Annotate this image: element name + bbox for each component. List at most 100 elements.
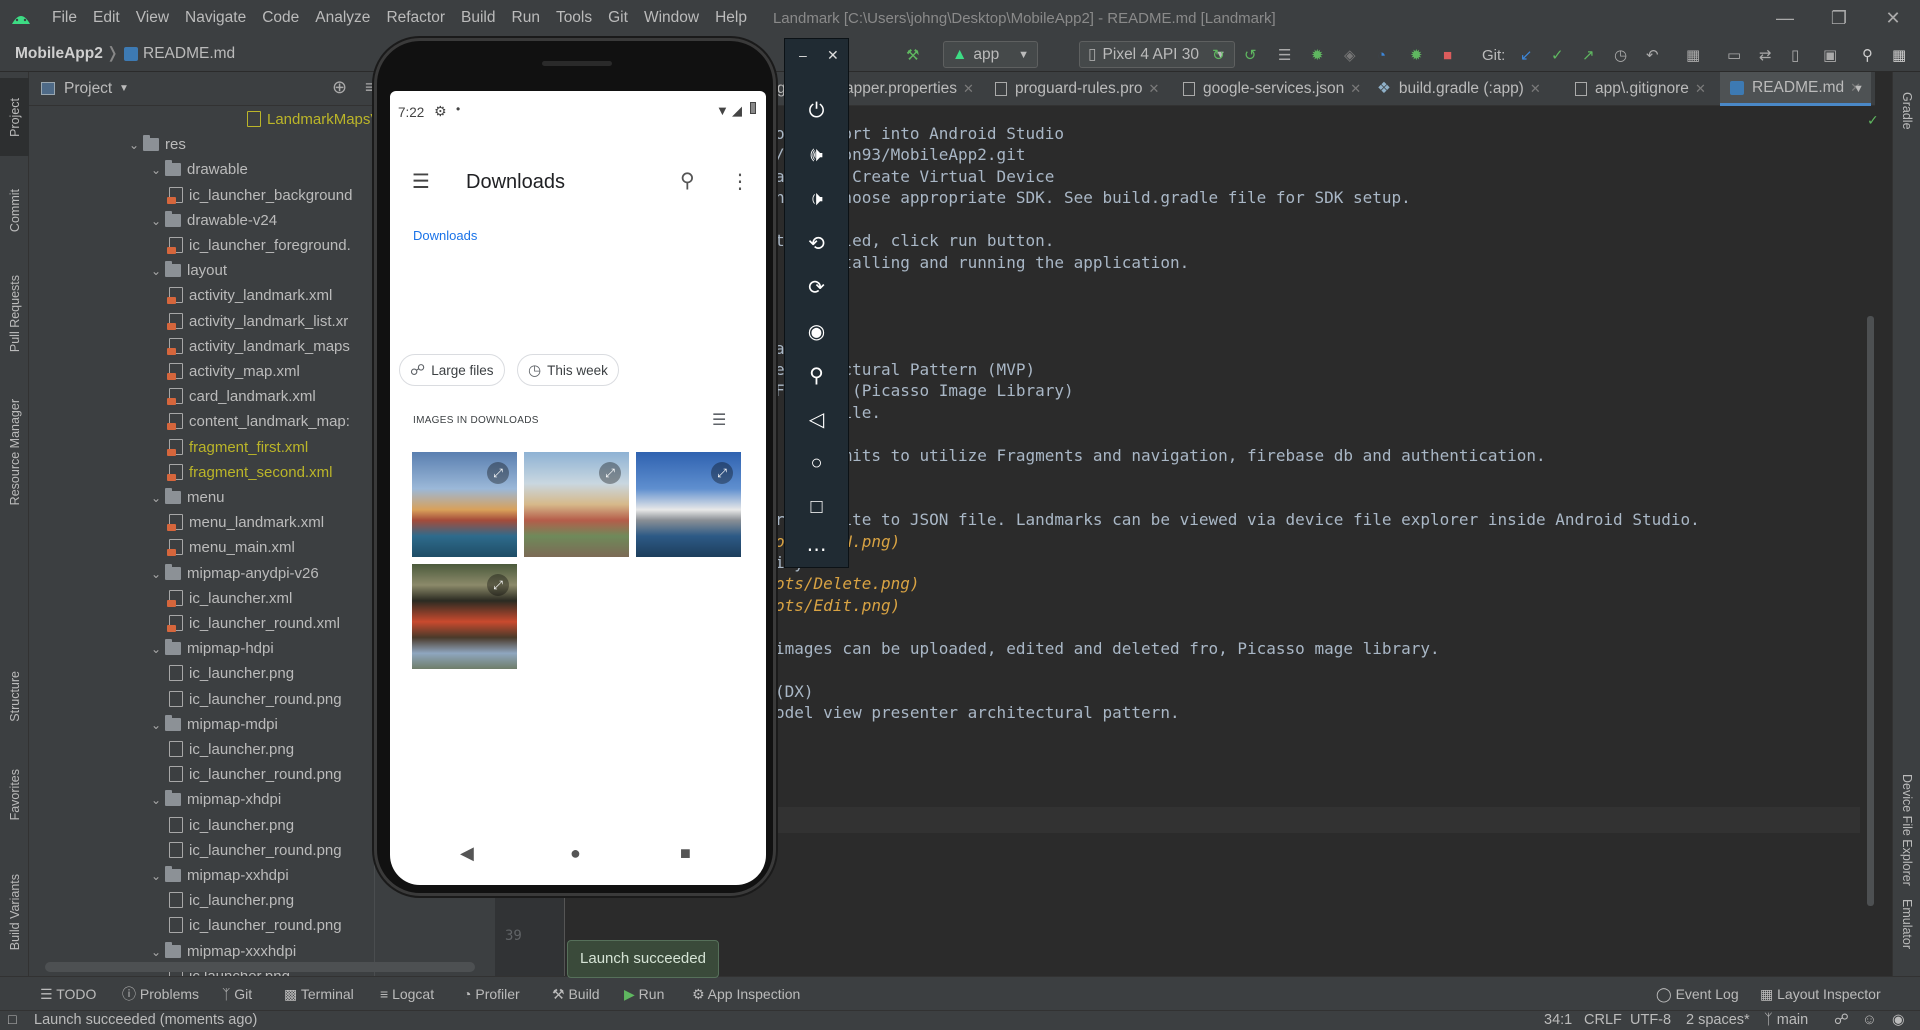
menu-code[interactable]: Code xyxy=(254,0,307,36)
caret-position[interactable]: 34:1 xyxy=(1544,1011,1572,1030)
tool-event-log[interactable]: ◯ Event Log xyxy=(1656,977,1739,1011)
chevron-down-icon[interactable]: ⌄ xyxy=(147,637,165,662)
tree-file[interactable]: LandmarkMapsV xyxy=(247,107,380,132)
run-config-dropdown[interactable]: ▲ app ▼ xyxy=(943,41,1038,68)
git-update-icon[interactable]: ↙ xyxy=(1520,43,1533,67)
tool-tab-resource-manager[interactable]: Resource Manager xyxy=(0,376,29,528)
attach-debugger-icon[interactable]: ✹ xyxy=(1410,43,1423,67)
more-vert-icon[interactable]: ⋮ xyxy=(730,169,750,194)
search-icon[interactable]: ⚲ xyxy=(680,168,695,193)
menu-edit[interactable]: Edit xyxy=(85,0,128,36)
tree-file[interactable]: card_landmark.xml xyxy=(167,384,316,409)
tree-folder[interactable]: ⌄ drawable-v24 xyxy=(147,208,277,233)
menu-analyze[interactable]: Analyze xyxy=(307,0,378,36)
tool-tab-commit[interactable]: Commit xyxy=(0,166,29,256)
settings-grid-icon[interactable]: ▦ xyxy=(1892,43,1906,67)
menu-run[interactable]: Run xyxy=(504,0,548,36)
status-message[interactable]: Launch succeeded (moments ago) xyxy=(34,1011,257,1030)
tool-tab-structure[interactable]: Structure xyxy=(0,650,29,742)
tree-file[interactable]: activity_map.xml xyxy=(167,359,300,384)
tree-folder[interactable]: ⌄ mipmap-anydpi-v26 xyxy=(147,561,319,586)
expand-icon[interactable]: ⤢ xyxy=(711,462,733,484)
tree-folder[interactable]: ⌄ drawable xyxy=(147,157,248,182)
tool-tab-build-variants[interactable]: Build Variants xyxy=(0,852,29,972)
menu-file[interactable]: File xyxy=(44,0,85,36)
menu-view[interactable]: View xyxy=(128,0,177,36)
tree-file[interactable]: fragment_first.xml xyxy=(167,435,308,460)
editor-tab[interactable]: ❖ build.gradle (:app) ✕ xyxy=(1377,72,1541,106)
close-tab-icon[interactable]: ✕ xyxy=(1149,72,1160,106)
coverage-icon[interactable]: ◈ xyxy=(1344,43,1356,67)
tree-file[interactable]: ic_launcher.png xyxy=(169,737,294,762)
tree-file[interactable]: ic_launcher.xml xyxy=(167,586,292,611)
rollback-icon[interactable]: ↶ xyxy=(1646,43,1659,67)
chevron-down-icon[interactable]: ⌄ xyxy=(147,940,165,965)
close-tab-icon[interactable]: ✕ xyxy=(1530,72,1541,106)
close-icon[interactable]: ✕ xyxy=(1866,0,1920,36)
menu-window[interactable]: Window xyxy=(636,0,707,36)
breadcrumb-file[interactable]: README.md xyxy=(124,36,235,72)
editor-tab-active[interactable]: README.md ✕ xyxy=(1720,72,1872,106)
avd-manager-icon[interactable]: ▭ xyxy=(1727,43,1741,67)
apply-changes-restart-icon[interactable]: ↻ xyxy=(1212,43,1225,67)
chevron-down-icon[interactable]: ⌄ xyxy=(147,864,165,889)
tool-tab-project[interactable]: Project xyxy=(0,78,29,156)
menu-help[interactable]: Help xyxy=(707,0,755,36)
run-list-icon[interactable]: ☰ xyxy=(1278,43,1291,67)
tool-run[interactable]: ▶ Run xyxy=(624,977,664,1011)
close-tab-icon[interactable]: ✕ xyxy=(963,81,974,96)
chevron-down-icon[interactable]: ▼ xyxy=(119,72,129,106)
scrollbar-thumb[interactable] xyxy=(1867,316,1874,906)
tool-tab-pull-requests[interactable]: Pull Requests xyxy=(0,258,29,370)
close-tab-icon[interactable]: ✕ xyxy=(1350,72,1361,106)
editor-tab[interactable]: google-services.json ✕ xyxy=(1183,72,1361,106)
tab-overflow-chevron-icon[interactable]: ▼ xyxy=(1853,72,1864,106)
chevron-down-icon[interactable]: ⌄ xyxy=(147,788,165,813)
menu-navigate[interactable]: Navigate xyxy=(177,0,254,36)
tree-folder[interactable]: ⌄ mipmap-xxhdpi xyxy=(147,863,289,888)
tree-file[interactable]: ic_launcher_round.xml xyxy=(167,611,340,636)
tree-file[interactable]: menu_main.xml xyxy=(167,535,295,560)
file-encoding[interactable]: UTF-8 xyxy=(1630,1011,1671,1030)
rotate-left-icon[interactable]: ⟲ xyxy=(785,221,848,265)
tool-git[interactable]: ᛉ Git xyxy=(222,977,252,1011)
tool-problems[interactable]: ⓘ Problems xyxy=(122,977,199,1011)
expand-icon[interactable]: ⤢ xyxy=(487,462,509,484)
tree-folder[interactable]: ⌄ mipmap-hdpi xyxy=(147,636,274,661)
tool-tab-emulator[interactable]: Emulator xyxy=(1893,872,1920,976)
code-area[interactable]: o import into Android Studio / eeson93/Mo… xyxy=(775,106,1865,976)
horizontal-scrollbar[interactable] xyxy=(45,962,475,972)
chevron-down-icon[interactable]: ⌄ xyxy=(147,486,165,511)
expand-icon[interactable]: ⤢ xyxy=(487,574,509,596)
tree-file[interactable]: activity_landmark.xml xyxy=(167,283,332,308)
tree-file[interactable]: ic_launcher_round.png xyxy=(169,687,342,712)
expand-icon[interactable]: ⤢ xyxy=(599,462,621,484)
tool-tab-gradle[interactable]: Gradle xyxy=(1893,76,1920,146)
tree-file[interactable]: ic_launcher_foreground. xyxy=(167,233,351,258)
tool-todo[interactable]: ☰ TODO xyxy=(40,977,96,1011)
tool-layout-inspector[interactable]: ▦ Layout Inspector xyxy=(1760,977,1881,1011)
chip-large-files[interactable]: ☍ Large files xyxy=(399,354,505,386)
overview-icon[interactable]: □ xyxy=(785,485,848,529)
line-separator[interactable]: CRLF xyxy=(1584,1011,1622,1030)
breadcrumb-project[interactable]: MobileApp2 xyxy=(15,36,103,72)
tree-file[interactable]: fragment_second.xml xyxy=(167,460,332,485)
restore-icon[interactable]: ❐ xyxy=(1812,0,1866,36)
project-view-title[interactable]: Project xyxy=(64,72,112,106)
sync-gradle-icon[interactable]: ⇄ xyxy=(1759,43,1772,67)
rotate-right-icon[interactable]: ⟳ xyxy=(785,265,848,309)
tree-file[interactable]: ic_launcher_round.png xyxy=(169,762,342,787)
launch-toast[interactable]: Launch succeeded xyxy=(567,940,719,978)
tree-file[interactable]: ic_launcher.png xyxy=(169,661,294,686)
device-manager-icon[interactable]: ▯ xyxy=(1791,43,1799,67)
hammer-build-icon[interactable]: ⚒ xyxy=(906,43,919,67)
tool-terminal[interactable]: ▩ Terminal xyxy=(284,977,354,1011)
list-view-icon[interactable]: ☰ xyxy=(712,410,726,430)
tree-file[interactable]: activity_landmark_list.xr xyxy=(167,309,348,334)
status-toggle-icon[interactable]: □ xyxy=(8,1011,17,1030)
tree-file[interactable]: ic_launcher_round.png xyxy=(169,913,342,938)
editor-scrollbar[interactable] xyxy=(1865,106,1875,976)
smiley-feedback-icon[interactable]: ☺ xyxy=(1862,1011,1877,1030)
image-thumbnail[interactable]: ⤢ xyxy=(412,452,517,557)
profile-icon[interactable]: ◔ xyxy=(1377,43,1386,67)
